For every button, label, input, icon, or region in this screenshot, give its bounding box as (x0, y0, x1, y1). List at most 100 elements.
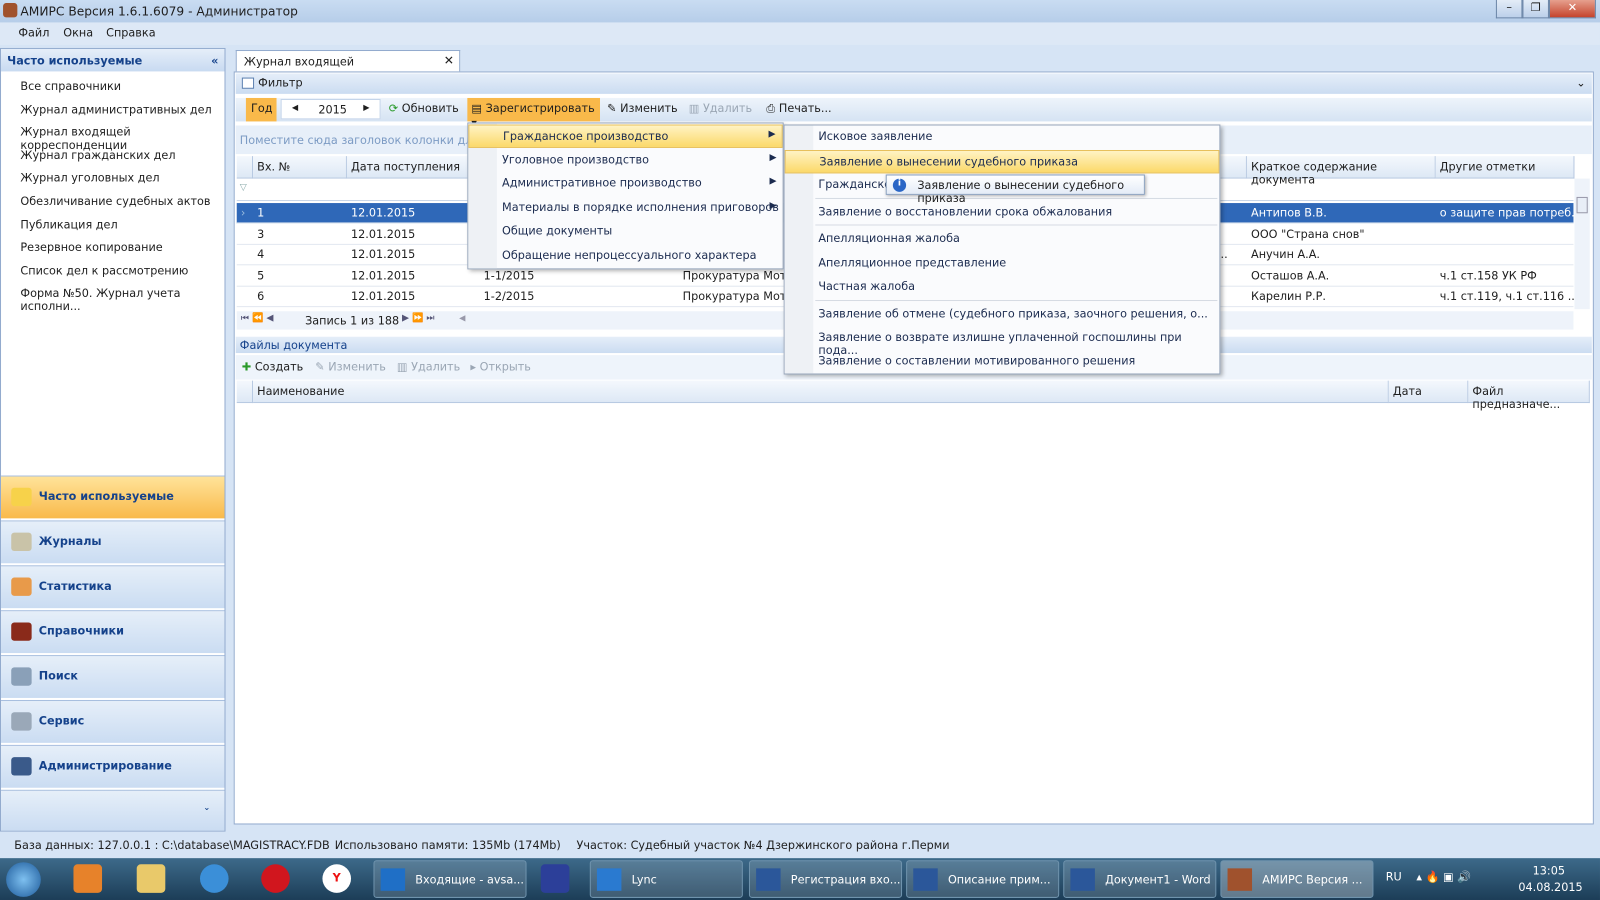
table-cell: 1-1/2015 (483, 269, 535, 283)
nav-star-folder[interactable]: Часто используемые (1, 475, 225, 519)
column-header-date[interactable]: Дата поступления (346, 156, 480, 179)
sidebar-item[interactable]: Журнал административных дел (20, 103, 211, 116)
create-file-button[interactable]: ✚ Создать (242, 360, 303, 373)
media-player-icon[interactable] (73, 864, 103, 893)
filter-bar[interactable]: Фильтр ⌄ (235, 73, 1592, 94)
start-button[interactable] (6, 862, 41, 897)
submenu-item[interactable]: Апелляционное представление (785, 252, 1220, 275)
sidebar-item[interactable]: Все справочники (20, 80, 121, 93)
files-column-purpose[interactable]: Файл предназначе... (1468, 380, 1590, 411)
files-column-date[interactable]: Дата (1388, 380, 1469, 404)
table-cell: 5 (257, 269, 265, 283)
submenu-arrow-icon: ▶ (769, 152, 777, 163)
sidebar-item[interactable]: Форма №50. Журнал учета исполни... (20, 287, 224, 314)
save-icon[interactable] (540, 864, 570, 893)
sidebar-item[interactable]: Публикация дел (20, 218, 117, 231)
submenu-item[interactable]: Заявление о составлении мотивированного … (785, 350, 1220, 373)
column-header-number[interactable]: Вх. № (253, 156, 347, 179)
edit-file-button[interactable]: ✎ Изменить (315, 360, 386, 373)
opera-icon[interactable] (261, 864, 290, 893)
menu-windows[interactable]: Окна (63, 27, 93, 40)
table-cell: 12.01.2015 (351, 206, 416, 220)
first-record-icon[interactable]: ⏮ ⏪ ◀ (241, 313, 274, 323)
submenu-item[interactable]: Заявление о возврате излишне уплаченной … (785, 327, 1220, 358)
open-file-button[interactable]: ▸ Открыть (470, 360, 531, 373)
print-button[interactable]: ⎙ Печать... (766, 102, 831, 116)
submenu-item[interactable]: Исковое заявление (785, 126, 1220, 149)
sidebar-item[interactable]: Журнал уголовных дел (20, 172, 159, 185)
nav-books[interactable]: Справочники (1, 610, 225, 654)
expand-icon[interactable]: ⌄ (1576, 77, 1585, 90)
clock-time[interactable]: 13:05 (1533, 864, 1565, 877)
delete-button[interactable]: ▥ Удалить (689, 102, 752, 115)
task-word-2[interactable]: Описание прим... (906, 860, 1060, 898)
menu-file[interactable]: Файл (18, 27, 49, 40)
language-indicator[interactable]: RU (1386, 870, 1402, 883)
tab-incoming-journal[interactable]: Журнал входящей корреспонденции✕ (235, 49, 461, 82)
menu-item[interactable]: Уголовное производство ▶ (468, 149, 782, 172)
menu-item[interactable]: Обращение непроцессуального характера (468, 245, 782, 268)
column-header-summary[interactable]: Краткое содержание документа (1246, 156, 1436, 187)
delete-file-button[interactable]: ▥ Удалить (397, 360, 460, 373)
submenu-item[interactable]: Заявление об отмене (судебного приказа, … (785, 303, 1220, 326)
filter-row-icon: ▽ (239, 182, 247, 193)
next-year-icon[interactable]: ▶ (363, 103, 369, 112)
vertical-scrollbar[interactable] (1574, 178, 1590, 310)
civil-submenu: Исковое заявление Заявление о вынесении с… (783, 124, 1221, 375)
task-word-3[interactable]: Документ1 - Word (1063, 860, 1217, 898)
minimize-button[interactable]: – (1495, 0, 1523, 19)
nav-user[interactable]: Администрирование (1, 744, 225, 788)
register-button[interactable]: ▤ Зарегистрировать ▼ (467, 97, 600, 128)
submenu-item[interactable]: Апелляционная жалоба (785, 228, 1220, 251)
nav-book[interactable]: Журналы (1, 520, 225, 564)
next-record-icon[interactable]: ▶ ⏩ ⏭ (402, 313, 435, 323)
menu-item[interactable]: Административное производство ▶ (468, 173, 782, 196)
table-cell: 12.01.2015 (351, 227, 416, 241)
sidebar-item[interactable]: Журнал гражданских дел (20, 149, 175, 162)
explorer-icon[interactable] (136, 864, 166, 893)
menu-item[interactable]: Материалы в порядке исполнения приговоро… (468, 197, 782, 220)
year-stepper[interactable]: ◀ 2015 ▶ (280, 98, 381, 120)
edit-button[interactable]: ✎ Изменить (607, 102, 678, 115)
sidebar-item[interactable]: Резервное копирование (20, 241, 162, 254)
nav-chart[interactable]: Статистика (1, 565, 225, 609)
internet-explorer-icon[interactable] (199, 864, 229, 893)
table-cell: Прокуратура Мотов (682, 290, 800, 304)
nav-gears[interactable]: Сервис (1, 699, 225, 743)
gears-icon (11, 712, 32, 731)
menu-item[interactable]: Гражданское производство ▶ (468, 124, 783, 148)
chart-icon (11, 577, 32, 596)
task-outlook[interactable]: Входящие - avsa... (373, 860, 527, 898)
submenu-item[interactable]: Частная жалоба (785, 276, 1220, 299)
sidebar-item[interactable]: Список дел к рассмотрению (20, 264, 188, 277)
prev-year-icon[interactable]: ◀ (292, 103, 298, 112)
star-folder-icon (11, 487, 32, 507)
task-lync[interactable]: Lync (589, 860, 743, 898)
clock-date[interactable]: 04.08.2015 (1518, 881, 1582, 894)
task-word-1[interactable]: Регистрация вхо... (748, 860, 903, 898)
nav-overflow[interactable]: ⌄ (1, 789, 225, 831)
submenu-item[interactable]: Заявление о вынесении судебного приказа (784, 149, 1220, 174)
submenu-item[interactable]: Заявление о восстановлении срока обжалов… (785, 201, 1220, 224)
sidebar-item[interactable]: Обезличивание судебных актов (20, 195, 210, 208)
collapse-icon[interactable]: « (211, 54, 218, 67)
task-amirs[interactable]: АМИРС Версия ... (1220, 860, 1374, 898)
yandex-icon[interactable]: Y (322, 864, 352, 893)
files-column-name[interactable]: Наименование (253, 380, 1389, 404)
menu-help[interactable]: Справка (106, 27, 155, 40)
table-cell: 6 (257, 290, 265, 304)
close-button[interactable]: ✕ (1548, 0, 1596, 19)
files-row-corner (236, 380, 254, 404)
menu-item[interactable]: Общие документы (468, 221, 782, 244)
maximize-button[interactable]: ❐ (1522, 0, 1549, 19)
refresh-button[interactable]: ⟳ Обновить (389, 102, 459, 115)
table-cell: 1 (257, 206, 265, 220)
nav-search[interactable]: Поиск (1, 655, 225, 698)
table-cell: 12.01.2015 (351, 269, 416, 283)
close-tab-icon[interactable]: ✕ (444, 53, 454, 67)
table-cell: Осташов А.А. (1251, 269, 1330, 283)
tray-icons[interactable]: ▴ 🔥 ▣ 🔊 (1416, 870, 1471, 883)
user-icon (11, 757, 32, 776)
table-cell: Карелин Р.Р. (1251, 290, 1326, 304)
column-header-notes[interactable]: Другие отметки (1435, 156, 1575, 179)
